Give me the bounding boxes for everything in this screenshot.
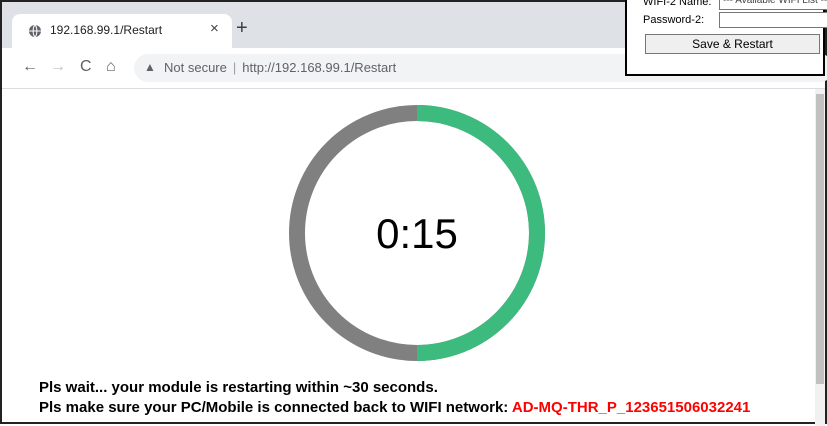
network-name: AD-MQ-THR_P_123651506032241	[511, 399, 751, 416]
save-restart-button[interactable]: Save & Restart	[645, 34, 820, 54]
password2-label: Password-2:	[643, 14, 705, 26]
restart-message: Pls wait... your module is restarting wi…	[39, 379, 438, 396]
tab-restart[interactable]: 192.168.99.1/Restart ×	[12, 14, 232, 48]
wifi2-label: WIFI-2 Name:	[643, 0, 712, 8]
url-separator: |	[232, 60, 237, 75]
wifi2-select[interactable]: --- Available WIFI List ---	[719, 0, 827, 10]
wifi-settings-panel: WIFI-2 Name: --- Available WIFI List ---…	[625, 0, 827, 76]
timer-display: 0:15	[376, 210, 458, 257]
network-message-text: Pls make sure your PC/Mobile is connecte…	[39, 399, 512, 416]
warning-icon: ▲	[144, 60, 156, 74]
close-icon[interactable]: ×	[210, 20, 219, 37]
network-message: Pls make sure your PC/Mobile is connecte…	[39, 399, 750, 416]
forward-icon[interactable]: →	[50, 58, 66, 76]
url-text: http://192.168.99.1/Restart	[242, 60, 397, 75]
globe-icon	[29, 24, 41, 38]
security-label: Not secure	[164, 60, 227, 75]
scrollbar-thumb[interactable]	[816, 94, 824, 384]
new-tab-button[interactable]: +	[236, 18, 248, 38]
password2-field[interactable]	[719, 12, 827, 28]
countdown-timer: 0:15	[289, 105, 545, 361]
home-icon[interactable]: ⌂	[106, 58, 116, 76]
address-text: Not secure | http://192.168.99.1/Restart	[164, 60, 396, 75]
reload-icon[interactable]: C	[80, 58, 92, 76]
page-content: 0:15 Pls wait... your module is restarti…	[2, 89, 825, 426]
tab-title: 192.168.99.1/Restart	[50, 23, 163, 37]
back-icon[interactable]: ←	[22, 58, 38, 76]
